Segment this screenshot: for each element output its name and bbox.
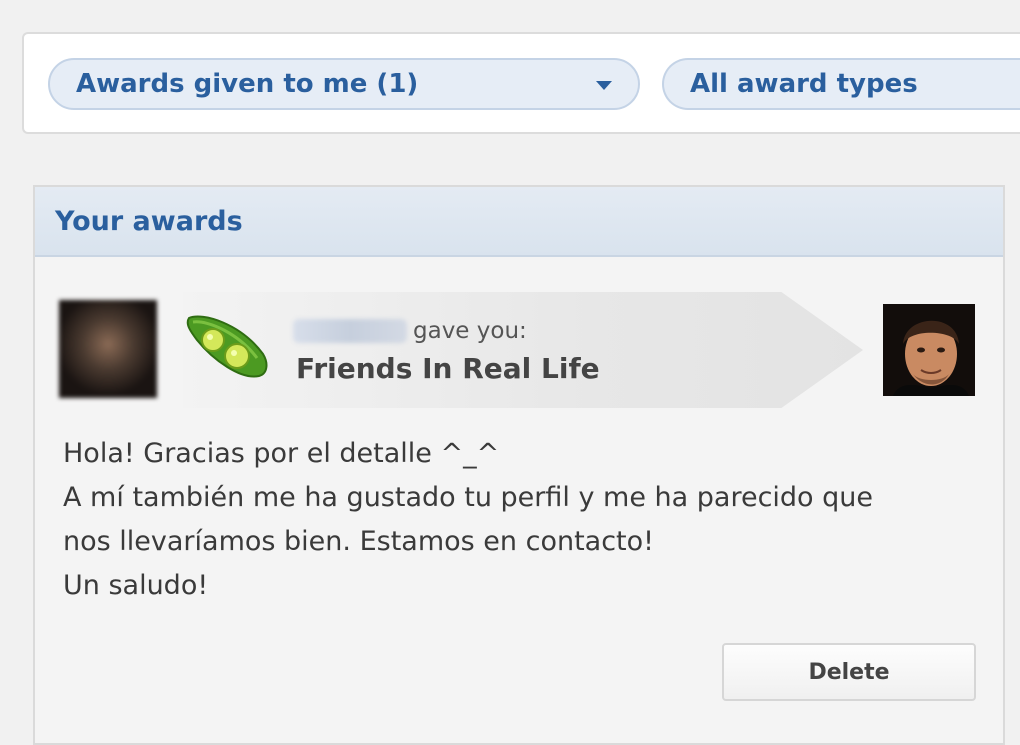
giver-avatar[interactable] (59, 300, 157, 398)
delete-button[interactable]: Delete (722, 643, 976, 701)
award-name: Friends In Real Life (296, 352, 600, 385)
award-type-dropdown[interactable]: All award types (662, 58, 1020, 110)
chevron-down-icon (596, 81, 612, 90)
award-arrow-banner (183, 292, 863, 408)
receiver-avatar[interactable] (883, 304, 975, 396)
panel-title: Your awards (55, 205, 243, 237)
awards-direction-label: Awards given to me (1) (76, 69, 419, 99)
message-line: nos llevaríamos bien. Estamos en contact… (63, 526, 654, 557)
panel-header: Your awards (35, 187, 1003, 257)
green-pea-pod-icon (186, 315, 268, 378)
award-item: gave you: Friends In Real Life (35, 292, 1003, 408)
award-message: Hola! Gracias por el detalle ^_^ A mí ta… (63, 432, 963, 608)
gave-you-line: gave you: (293, 318, 527, 344)
gave-you-text: gave you: (413, 318, 527, 344)
awards-panel: Your awards gave you: Friends In Real Li… (33, 185, 1005, 745)
awards-direction-dropdown[interactable]: Awards given to me (1) (48, 58, 640, 110)
message-line: A mí también me ha gustado tu perfil y m… (63, 482, 874, 513)
award-filter-bar: Awards given to me (1) All award types (22, 32, 1020, 134)
message-line: Hola! Gracias por el detalle ^_^ (63, 438, 500, 469)
award-type-label: All award types (690, 69, 918, 99)
message-line: Un saludo! (63, 570, 209, 601)
giver-name-blurred[interactable] (293, 319, 407, 343)
